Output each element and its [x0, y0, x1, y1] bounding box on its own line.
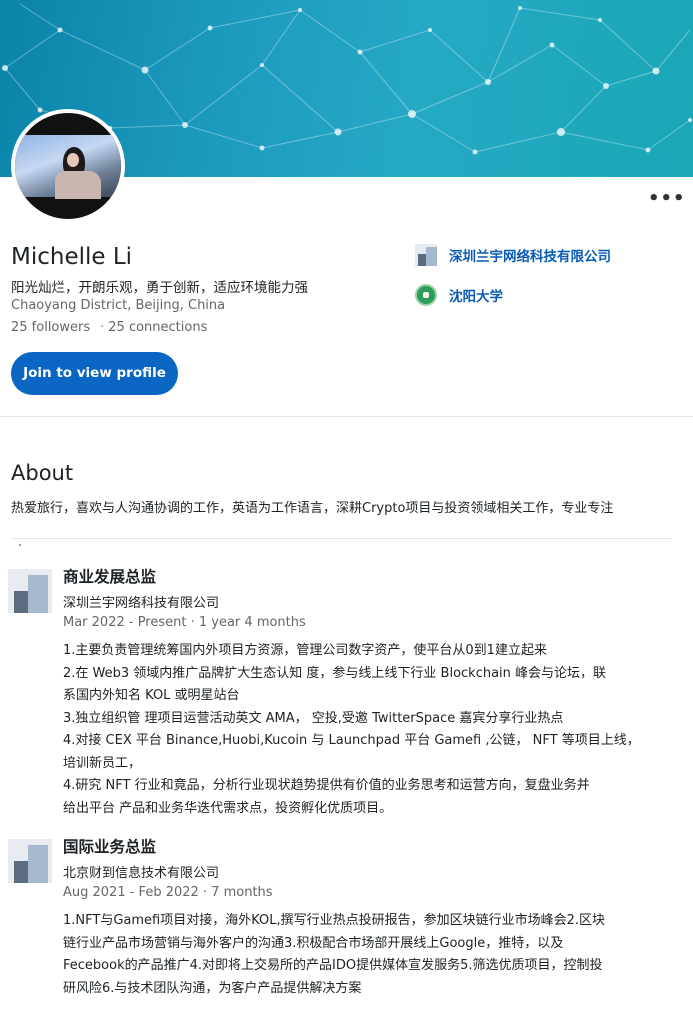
experience-title[interactable]: 商业发展总监 — [63, 565, 156, 587]
experience-company[interactable]: 北京财到信息技术有限公司 — [63, 862, 219, 881]
experience-item: 国际业务总监 北京财到信息技术有限公司 Aug 2021 - Feb 2022 … — [8, 835, 668, 1005]
connections-count: 25 connections — [108, 320, 208, 335]
description-line: 系国内外知名 KOL 或明星站台 — [63, 688, 240, 703]
description-line: 链行业产品市场营销与海外客户的沟通3.积极配合市场部开展线上Google，推特，… — [63, 935, 564, 951]
profile-location: Chaoyang District, Beijing, China — [11, 298, 226, 313]
experience-description: 1.NFT与Gamefi项目对接，海外KOL,撰写行业热点投研报告，参加区块链行… — [63, 910, 653, 1000]
followers-count: 25 followers — [11, 320, 91, 335]
description-line: 1.主要负责管理统筹国内外项目方资源，管理公司数字资产，使平台从0到1建立起来 — [63, 643, 547, 658]
avatar-face — [67, 153, 79, 167]
list-marker — [19, 544, 21, 546]
description-line: Fecebook的产品推广4.对即将上交易所的产品IDO提供媒体宣发服务5.筛选… — [63, 958, 603, 973]
description-line: 给出平台 产品和业务华迭代需求点，投资孵化优质项目。 — [63, 800, 393, 816]
stats-separator: · — [100, 320, 105, 335]
current-company-label: 深圳兰宇网络科技有限公司 — [449, 249, 611, 265]
school-label: 沈阳大学 — [449, 289, 503, 305]
experience-dates: Aug 2021 - Feb 2022 · 7 months — [63, 885, 273, 900]
company-logo-icon[interactable] — [8, 569, 52, 613]
about-text: 热爱旅行，喜欢与人沟通协调的工作，英语为工作语言，深耕Crypto项目与投资领域… — [11, 501, 614, 516]
more-options-icon[interactable]: ••• — [648, 190, 685, 208]
description-line: 3.独立组织管 理项目运营活动英文 AMA， 空投,受邀 TwitterSpac… — [63, 710, 564, 726]
join-to-view-profile-button[interactable]: Join to view profile — [11, 352, 178, 395]
education-school-link[interactable]: 沈阳大学 — [415, 283, 503, 307]
description-line: 4.研究 NFT 行业和竟品，分析行业现状趋势提供有价值的业务思考和运营方向，复… — [63, 778, 590, 793]
avatar-body — [55, 171, 101, 199]
profile-avatar[interactable] — [11, 109, 125, 223]
experience-title[interactable]: 国际业务总监 — [63, 835, 156, 857]
section-divider — [0, 416, 693, 417]
school-logo-icon — [415, 284, 437, 306]
description-line: 1.NFT与Gamefi项目对接，海外KOL,撰写行业热点投研报告，参加区块链行… — [63, 913, 606, 928]
description-line: 培训新员工， — [63, 755, 142, 771]
experience-dates: Mar 2022 - Present · 1 year 4 months — [63, 615, 306, 630]
experience-item: 商业发展总监 深圳兰宇网络科技有限公司 Mar 2022 - Present ·… — [8, 565, 668, 816]
company-logo-icon — [415, 244, 437, 266]
profile-headline: 阳光灿烂，开朗乐观，勇于创新，适应环境能力强 — [11, 280, 308, 296]
current-company-link[interactable]: 深圳兰宇网络科技有限公司 — [415, 243, 611, 267]
about-divider — [11, 538, 672, 539]
company-logo-icon[interactable] — [8, 839, 52, 883]
experience-company[interactable]: 深圳兰宇网络科技有限公司 — [63, 592, 219, 611]
experience-description: 1.主要负责管理统筹国内外项目方资源，管理公司数字资产，使平台从0到1建立起来 … — [63, 640, 653, 820]
profile-stats: 25 followers · 25 connections — [11, 320, 207, 335]
about-heading: About — [11, 461, 74, 485]
description-line: 2.在 Web3 领域内推广品牌扩大生态认知 度，参与线上线下行业 Blockc… — [63, 665, 607, 681]
description-line: 研风险6.与技术团队沟通，为客户产品提供解决方案 — [63, 980, 362, 996]
profile-name: Michelle Li — [11, 244, 133, 270]
description-line: 4.对接 CEX 平台 Binance,Huobi,Kucoin 与 Launc… — [63, 733, 640, 748]
